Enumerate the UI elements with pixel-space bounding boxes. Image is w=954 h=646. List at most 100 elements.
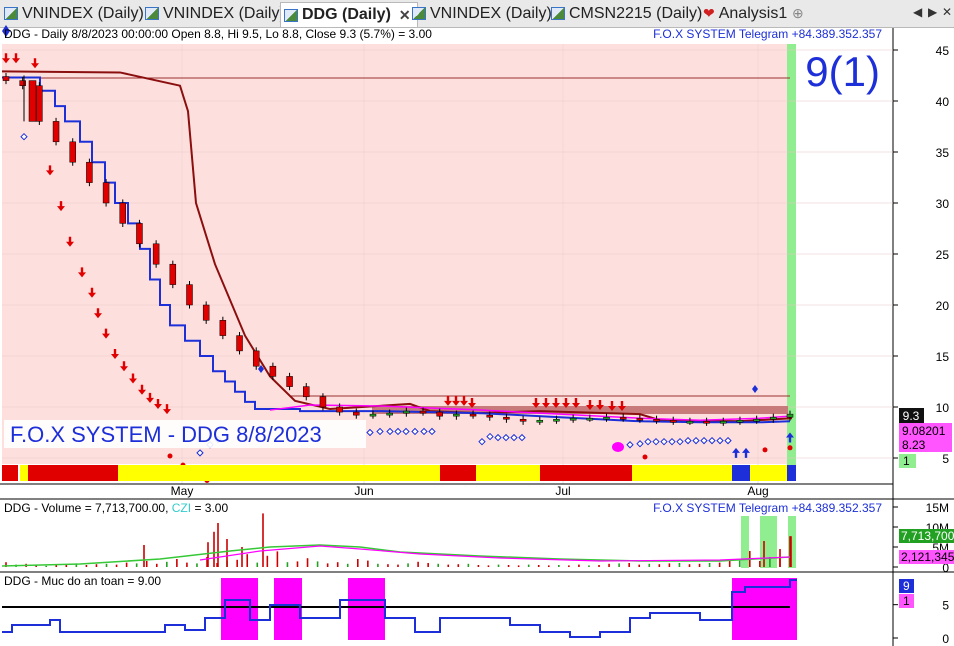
- candle-body: [252, 350, 260, 367]
- status-segment: [28, 465, 118, 481]
- x-label: Jun: [354, 484, 373, 498]
- status-segment: [732, 465, 750, 481]
- candle-body: [236, 335, 243, 352]
- y-tick-label: 25: [936, 248, 950, 262]
- y-tick-label: 20: [936, 299, 950, 313]
- candle-body: [286, 376, 293, 387]
- status-segment: [476, 465, 540, 481]
- candle-body: [736, 420, 744, 423]
- signal-count: 9(1): [805, 48, 880, 95]
- candle-body: [686, 421, 694, 424]
- safety-level-line: [2, 579, 797, 638]
- candle-body: [119, 202, 127, 224]
- candle-body: [269, 365, 277, 377]
- candle-body: [703, 421, 710, 424]
- candle-body: [152, 243, 160, 265]
- candle-body: [669, 420, 677, 423]
- candle-body: [419, 410, 427, 414]
- candle-body: [786, 413, 794, 418]
- status-segment: [632, 465, 732, 481]
- red-dot: [787, 445, 793, 451]
- candle-body: [469, 413, 477, 417]
- watermark: F.O.X SYSTEM - DDG 8/8/2023: [10, 422, 322, 447]
- candle-body: [319, 396, 327, 408]
- candle-body: [603, 416, 610, 420]
- candle-body: [403, 410, 410, 414]
- indicator-label-3: 1: [903, 454, 910, 468]
- vol-y-tick-label: 15M: [926, 501, 949, 515]
- candle-body: [102, 182, 110, 204]
- volume-ma-polyline: [1, 544, 791, 567]
- status-segment: [118, 465, 440, 481]
- candle-body: [369, 413, 377, 417]
- candle-body: [136, 223, 143, 245]
- volume-bars: [5, 513, 792, 567]
- candle-body: [753, 418, 760, 422]
- candle-body: [2, 76, 10, 81]
- y-tick-label: 30: [936, 197, 950, 211]
- y-tick-label: 15: [936, 350, 950, 364]
- status-segment: [540, 465, 632, 481]
- status-segment: [2, 465, 18, 481]
- y-tick-label: 40: [936, 95, 950, 109]
- indicator-label-1: 9.08201: [902, 424, 946, 438]
- candle-body: [303, 386, 310, 398]
- candle-body: [86, 161, 93, 183]
- red-dot: [167, 453, 173, 459]
- candle-body: [770, 416, 777, 420]
- chart-canvas[interactable]: 45403530252015105 F.O.X SYSTEM - DDG 8/8…: [0, 0, 954, 646]
- candle-body: [169, 263, 177, 285]
- status-segment: [20, 465, 28, 481]
- safety-magenta-blocks: [221, 578, 797, 640]
- candle-body: [52, 121, 60, 143]
- candle-body: [336, 406, 343, 413]
- candle-body: [36, 85, 43, 122]
- last-price-label: 9.3: [903, 409, 920, 423]
- volume-ma-line: [1, 544, 791, 567]
- candle-body: [186, 284, 193, 306]
- candle-body: [519, 418, 527, 422]
- safety-y-tick-label: 5: [942, 599, 949, 613]
- candle-body: [453, 413, 460, 417]
- candle-body: [353, 411, 360, 416]
- safety-info-text: DDG - Muc do an toan = 9.00: [4, 574, 161, 588]
- y-tick-label: 35: [936, 146, 950, 160]
- candle-body: [19, 80, 26, 86]
- volume-label-1: 7,713,700: [901, 529, 954, 543]
- candle-body: [636, 417, 644, 421]
- candle-body: [653, 418, 660, 422]
- volume-label-2: 2,121,345: [901, 550, 954, 564]
- candle-body: [536, 420, 544, 423]
- candle-body: [386, 412, 393, 416]
- safety-block: [274, 578, 302, 640]
- volume-brand-text: F.O.X SYSTEM Telegram +84.389.352.357: [653, 501, 882, 515]
- status-strip: [2, 465, 796, 481]
- candle-body: [219, 320, 227, 336]
- candle-body: [619, 416, 627, 420]
- candle-body-large: [28, 80, 37, 122]
- volume-info-text: DDG - Volume = 7,713,700.00, CZI = 3.00: [4, 501, 228, 515]
- candle-body: [503, 416, 510, 420]
- safety-y-tick-label: 0: [942, 632, 949, 646]
- y-tick-label: 45: [936, 44, 950, 58]
- candle-body: [202, 304, 210, 321]
- candle-body: [553, 418, 560, 422]
- x-label: May: [171, 484, 194, 498]
- x-label: Jul: [555, 484, 570, 498]
- safety-block: [348, 578, 385, 640]
- red-dot: [642, 454, 648, 460]
- status-segment: [787, 465, 796, 481]
- safety-label-2: 1: [903, 594, 910, 608]
- candle-body: [569, 417, 577, 421]
- signal-green-band: [787, 44, 796, 468]
- x-axis-labels: May Jun Jul Aug: [171, 484, 769, 498]
- candle-body: [436, 411, 443, 417]
- status-segment: [750, 465, 787, 481]
- volume-green-band-2: [760, 516, 777, 568]
- safety-label-1: 9: [903, 579, 910, 593]
- safety-block: [221, 578, 258, 640]
- safety-polyline: [2, 579, 797, 638]
- price-info-text: DDG - Daily 8/8/2023 00:00:00 Open 8.8, …: [4, 27, 432, 41]
- volume-ma2-polyline: [199, 545, 791, 562]
- candle-body: [720, 421, 727, 424]
